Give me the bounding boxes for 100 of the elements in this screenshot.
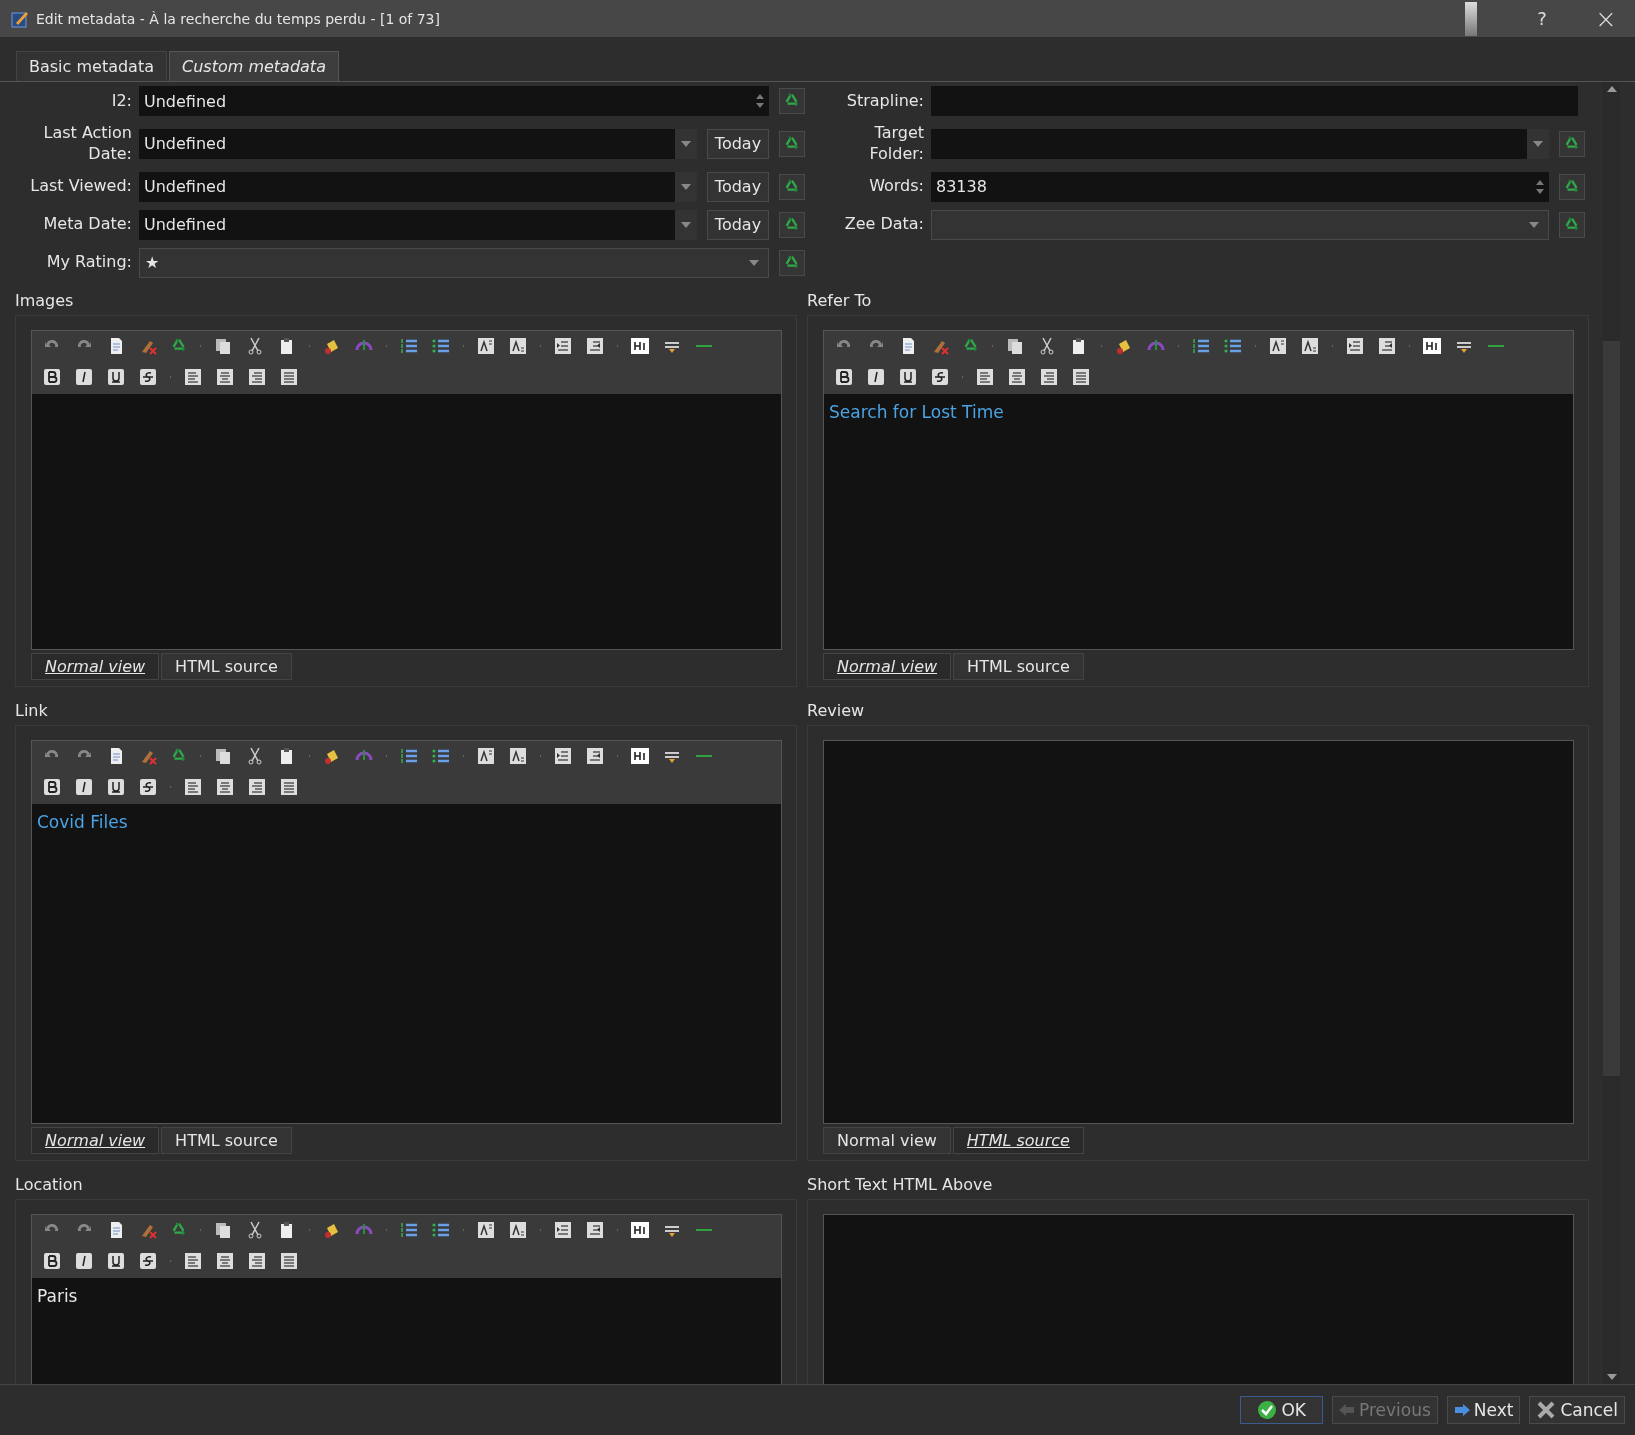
dropdown-arrow-icon[interactable]: [1532, 139, 1544, 148]
align-left-icon[interactable]: [183, 1250, 203, 1271]
align-right-icon[interactable]: [247, 366, 267, 387]
tab[interactable]: Basic metadata: [16, 51, 167, 81]
cut-icon[interactable]: [1037, 335, 1057, 356]
italic-icon[interactable]: [74, 366, 94, 387]
reset-button[interactable]: [1559, 173, 1585, 200]
date-field[interactable]: [931, 128, 1549, 159]
spin-field[interactable]: 83138: [931, 171, 1549, 202]
align-left-icon[interactable]: [183, 366, 203, 387]
superscript-icon[interactable]: [476, 335, 496, 356]
justify-icon[interactable]: [279, 366, 299, 387]
align-center-icon[interactable]: [1007, 366, 1027, 387]
tab[interactable]: Custom metadata: [169, 51, 339, 81]
editor-area[interactable]: Search for Lost Time: [823, 329, 1574, 650]
dropdown-arrow-icon[interactable]: [748, 258, 760, 267]
date-field[interactable]: Undefined: [139, 171, 697, 202]
indent-icon[interactable]: [553, 1219, 573, 1240]
outdent-icon[interactable]: [585, 1219, 605, 1240]
reset-button[interactable]: [779, 130, 805, 157]
heading-icon[interactable]: [630, 1219, 650, 1240]
indent-icon[interactable]: [1345, 335, 1365, 356]
dropdown-arrow-icon[interactable]: [1528, 220, 1540, 229]
justify-icon[interactable]: [1071, 366, 1091, 387]
editor-area[interactable]: Paris: [31, 1213, 782, 1384]
link[interactable]: Covid Files: [37, 811, 128, 832]
view-tab[interactable]: HTML source: [161, 1126, 292, 1154]
view-tab[interactable]: HTML source: [953, 652, 1084, 680]
cut-icon[interactable]: [245, 335, 265, 356]
outdent-icon[interactable]: [585, 745, 605, 766]
italic-icon[interactable]: [74, 1250, 94, 1271]
heading-icon[interactable]: [630, 745, 650, 766]
superscript-icon[interactable]: [476, 1219, 496, 1240]
dropdown-arrow-icon[interactable]: [680, 182, 692, 191]
outdent-icon[interactable]: [1377, 335, 1397, 356]
bold-icon[interactable]: [834, 366, 854, 387]
reset-button[interactable]: [1559, 211, 1585, 238]
link[interactable]: Search for Lost Time: [829, 401, 1004, 422]
dropdown-arrow-icon[interactable]: [680, 139, 692, 148]
dropdown-arrow-icon[interactable]: [680, 220, 692, 229]
superscript-icon[interactable]: [476, 745, 496, 766]
italic-icon[interactable]: [74, 776, 94, 797]
reset-button[interactable]: [779, 88, 805, 114]
scroll-up-icon[interactable]: [1606, 86, 1617, 92]
dropdown[interactable]: ★: [139, 247, 769, 278]
bold-icon[interactable]: [42, 776, 62, 797]
underline-icon[interactable]: [898, 366, 918, 387]
align-left-icon[interactable]: [183, 776, 203, 797]
text-field[interactable]: [931, 86, 1578, 116]
align-center-icon[interactable]: [215, 1250, 235, 1271]
reset-button[interactable]: [779, 249, 805, 276]
strikethrough-icon[interactable]: [138, 366, 158, 387]
align-right-icon[interactable]: [247, 1250, 267, 1271]
indent-icon[interactable]: [553, 745, 573, 766]
strikethrough-icon[interactable]: [138, 776, 158, 797]
cancel-button[interactable]: Cancel: [1529, 1396, 1625, 1424]
reset-button[interactable]: [1559, 130, 1585, 157]
align-right-icon[interactable]: [1039, 366, 1059, 387]
view-tab[interactable]: Normal view: [31, 652, 160, 680]
justify-icon[interactable]: [279, 1250, 299, 1271]
subscript-icon[interactable]: [1300, 335, 1320, 356]
underline-icon[interactable]: [106, 366, 126, 387]
heading-icon[interactable]: [630, 335, 650, 356]
cut-icon[interactable]: [245, 745, 265, 766]
align-center-icon[interactable]: [215, 776, 235, 797]
view-tab[interactable]: Normal view: [31, 1126, 160, 1154]
date-field[interactable]: Undefined: [139, 128, 697, 159]
indent-icon[interactable]: [553, 335, 573, 356]
align-right-icon[interactable]: [247, 776, 267, 797]
bold-icon[interactable]: [42, 1250, 62, 1271]
justify-icon[interactable]: [279, 776, 299, 797]
next-button[interactable]: Next: [1446, 1396, 1521, 1424]
today-button[interactable]: Today: [707, 128, 769, 159]
subscript-icon[interactable]: [508, 1219, 528, 1240]
editor-area[interactable]: Covid Files: [31, 739, 782, 1124]
outdent-icon[interactable]: [585, 335, 605, 356]
scroll-handle-icon[interactable]: [1465, 1, 1477, 36]
view-tab[interactable]: HTML source: [161, 652, 292, 680]
heading-icon[interactable]: [1422, 335, 1442, 356]
today-button[interactable]: Today: [707, 209, 769, 240]
reset-button[interactable]: [779, 211, 805, 238]
underline-icon[interactable]: [106, 776, 126, 797]
superscript-icon[interactable]: [1268, 335, 1288, 356]
help-button[interactable]: ?: [1513, 0, 1571, 37]
strikethrough-icon[interactable]: [930, 366, 950, 387]
align-center-icon[interactable]: [215, 366, 235, 387]
strikethrough-icon[interactable]: [138, 1250, 158, 1271]
subscript-icon[interactable]: [508, 335, 528, 356]
bold-icon[interactable]: [42, 366, 62, 387]
view-tab[interactable]: Normal view: [823, 652, 952, 680]
date-field[interactable]: Undefined: [139, 209, 697, 240]
italic-icon[interactable]: [866, 366, 886, 387]
cut-icon[interactable]: [245, 1219, 265, 1240]
reset-button[interactable]: [779, 173, 805, 200]
today-button[interactable]: Today: [707, 171, 769, 202]
view-tab[interactable]: Normal view: [823, 1126, 951, 1154]
underline-icon[interactable]: [106, 1250, 126, 1271]
ok-button[interactable]: OK: [1240, 1396, 1323, 1424]
subscript-icon[interactable]: [508, 745, 528, 766]
view-tab[interactable]: HTML source: [952, 1126, 1084, 1154]
